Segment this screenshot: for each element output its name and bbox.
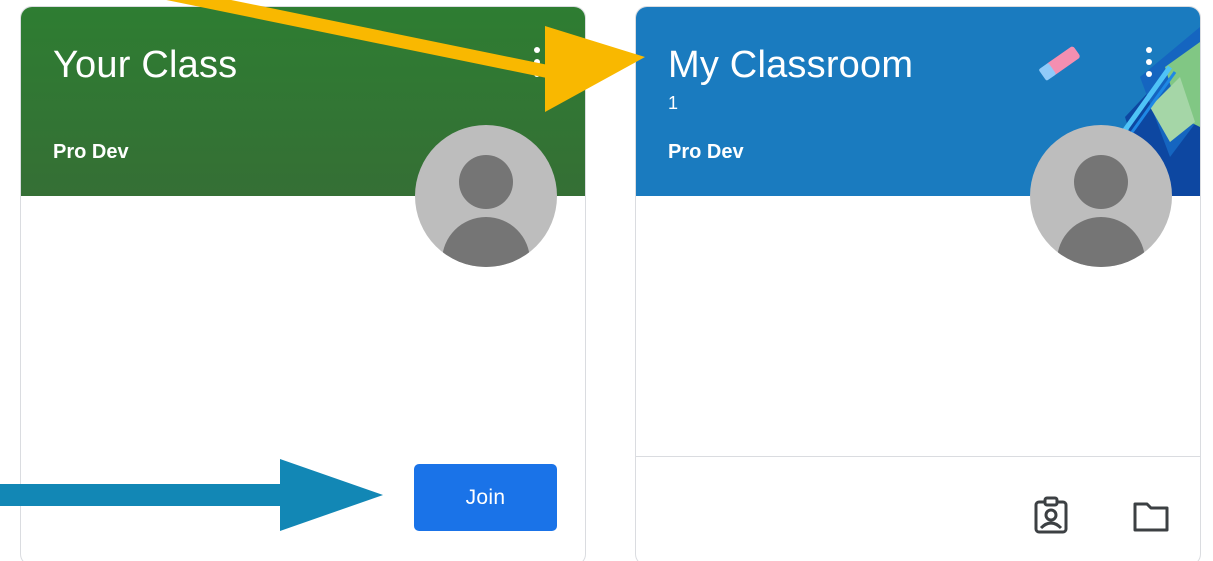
join-button[interactable]: Join bbox=[414, 464, 557, 531]
class-owner: Pro Dev bbox=[668, 141, 744, 163]
class-card-footer bbox=[636, 456, 1200, 561]
class-title[interactable]: Your Class bbox=[53, 43, 237, 87]
class-card-my-classroom[interactable]: My Classroom 1 Pro Dev bbox=[635, 6, 1201, 561]
folder-icon[interactable] bbox=[1131, 495, 1171, 535]
more-vert-icon[interactable] bbox=[1139, 45, 1159, 81]
class-card-your-class[interactable]: Your Class Pro Dev Join bbox=[20, 6, 586, 561]
class-title[interactable]: My Classroom bbox=[668, 43, 913, 87]
more-vert-icon[interactable] bbox=[527, 45, 547, 81]
class-section: 1 bbox=[668, 93, 679, 113]
assignment-ind-icon[interactable] bbox=[1031, 495, 1071, 535]
default-avatar-icon bbox=[1030, 125, 1172, 267]
class-owner: Pro Dev bbox=[53, 141, 129, 163]
default-avatar-icon bbox=[415, 125, 557, 267]
